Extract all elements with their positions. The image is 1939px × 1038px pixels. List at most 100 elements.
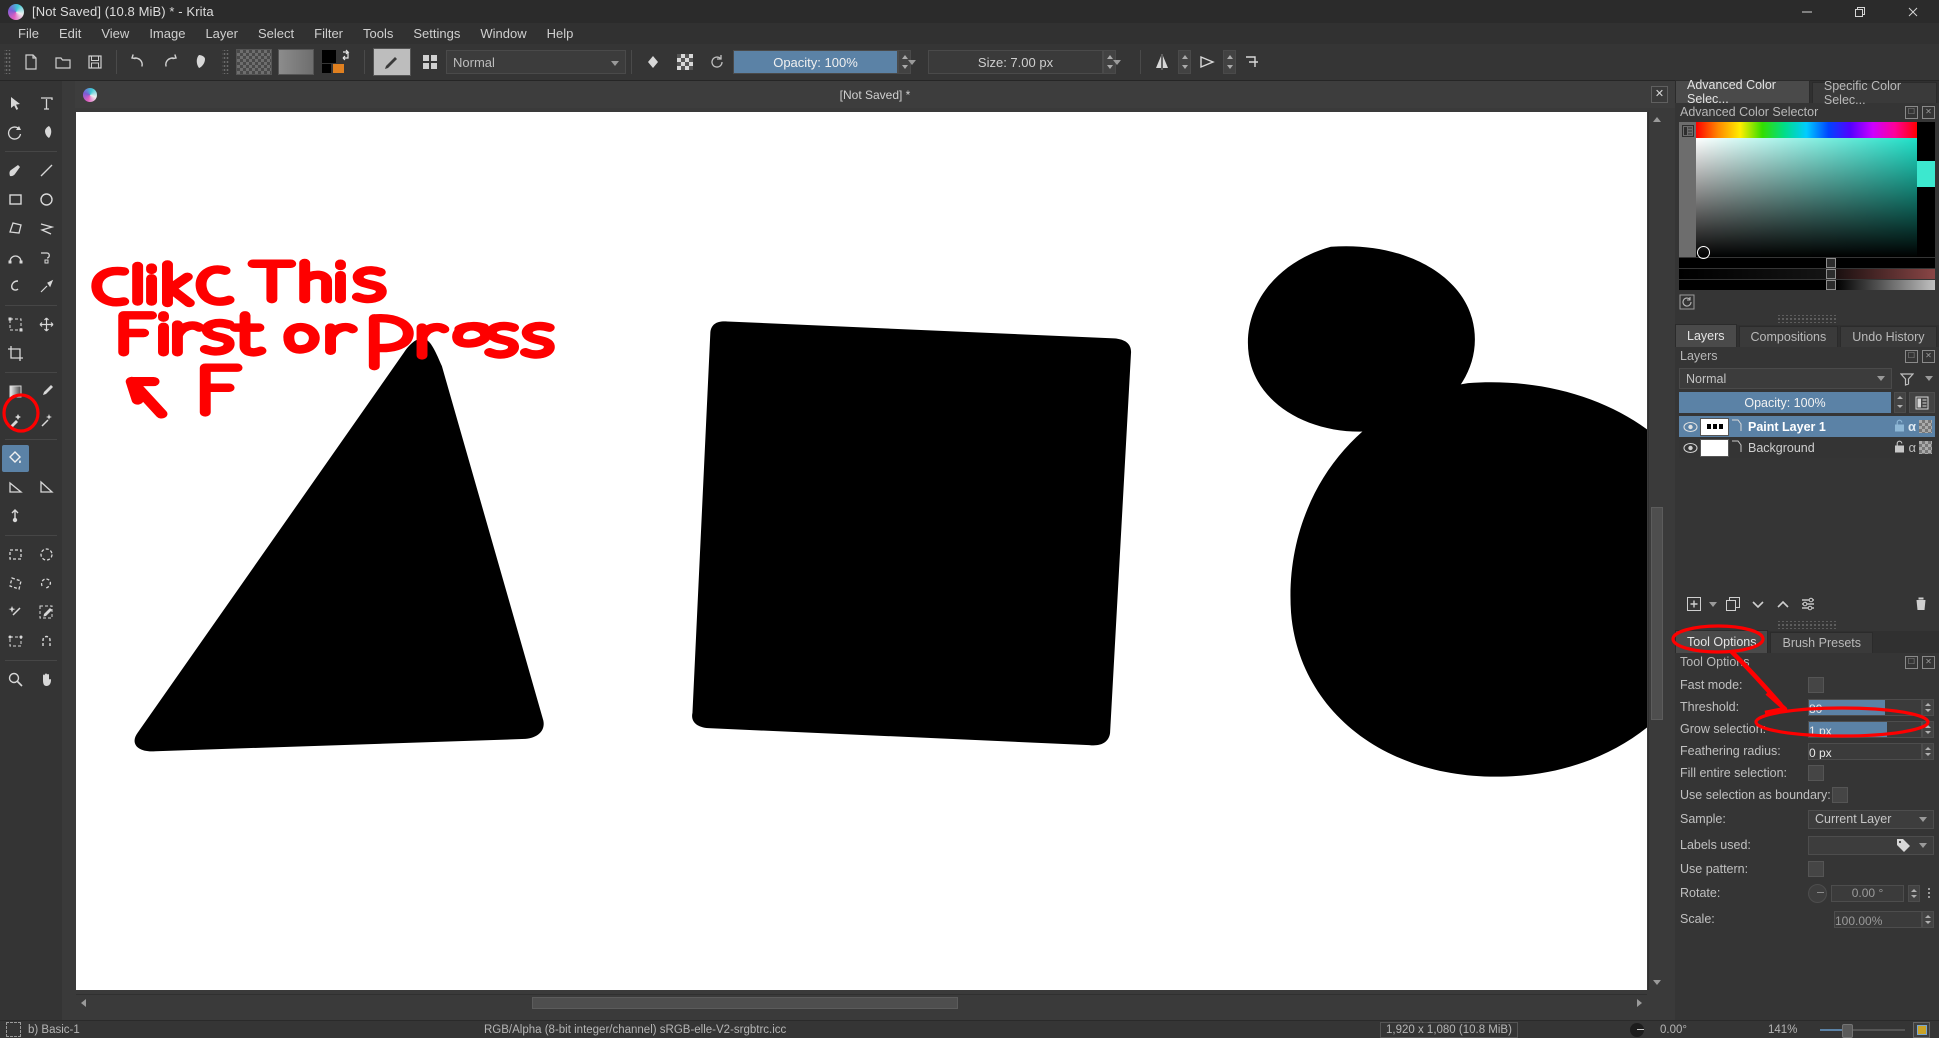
checkbox-fast-mode[interactable] [1808, 677, 1824, 693]
combo-labels-used[interactable] [1808, 835, 1934, 855]
layer-name[interactable]: Paint Layer 1 [1743, 420, 1894, 434]
tab-specific-color-selector[interactable]: Specific Color Selec... [1811, 79, 1937, 107]
layer-opacity-slider[interactable]: Opacity: 100% [1679, 392, 1891, 413]
canvas-horizontal-scrollbar[interactable] [76, 994, 1647, 1011]
scroll-down-icon[interactable] [1649, 975, 1665, 990]
magnetic-selection-tool[interactable] [33, 628, 60, 655]
menu-image[interactable]: Image [139, 24, 195, 43]
measure-tool[interactable] [2, 474, 29, 501]
stepper-grow-selection[interactable] [1922, 720, 1934, 738]
shade-row-3[interactable] [1679, 280, 1935, 290]
elliptical-selection-tool[interactable] [33, 541, 60, 568]
menu-tools[interactable]: Tools [353, 24, 403, 43]
checkbox-use-selection-as-boundary[interactable] [1832, 787, 1848, 803]
ellipse-tool[interactable] [33, 186, 60, 213]
smart-patch-tool[interactable] [33, 407, 60, 434]
layer-row-paint-layer-1[interactable]: Paint Layer 1 α [1679, 416, 1935, 437]
text-tool[interactable] [33, 90, 60, 117]
gradient-tool[interactable] [2, 378, 29, 405]
similar-color-selection-tool[interactable] [33, 599, 60, 626]
move-layer-up-button[interactable] [1770, 593, 1795, 615]
pattern-swatch[interactable] [234, 48, 274, 76]
stepper-rotate[interactable] [1908, 884, 1920, 902]
advanced-color-selector[interactable] [1679, 122, 1935, 259]
rotate-dial[interactable] [1808, 883, 1827, 903]
colorize-mask-tool[interactable] [2, 407, 29, 434]
close-docker-icon[interactable]: ✕ [1922, 105, 1935, 119]
visibility-icon-background[interactable] [1681, 442, 1700, 454]
redo-icon[interactable] [155, 48, 185, 76]
layer-opacity-stepper[interactable] [1894, 392, 1906, 413]
gradient-swatch[interactable] [276, 48, 316, 76]
delete-layer-button[interactable] [1908, 593, 1933, 615]
menu-file[interactable]: File [8, 24, 49, 43]
alpha-inheritance-icon-background[interactable] [1919, 441, 1932, 454]
toolbar-grip-2[interactable] [222, 50, 229, 74]
alpha-lock-label[interactable]: α [1908, 419, 1916, 434]
mirror-horizontal-icon[interactable] [1147, 48, 1177, 76]
color-sampler-tool[interactable] [33, 378, 60, 405]
canvas-rotation-dial[interactable] [1630, 1022, 1644, 1037]
tab-undo-history[interactable]: Undo History [1840, 326, 1937, 347]
mirror-h-options[interactable] [1178, 50, 1191, 74]
canvas-close-button[interactable]: ✕ [1651, 86, 1668, 103]
filter-icon[interactable] [1895, 368, 1919, 389]
menu-layer[interactable]: Layer [195, 24, 248, 43]
slider-feathering-radius[interactable]: 0 px [1808, 742, 1922, 760]
reload-preset-icon[interactable] [702, 48, 732, 76]
select-shapes-tool[interactable] [2, 90, 29, 117]
opacity-slider[interactable]: Opacity: 100% [733, 50, 898, 74]
crop-tool[interactable] [2, 340, 29, 367]
visibility-icon[interactable] [1681, 421, 1700, 433]
polygonal-selection-tool[interactable] [2, 570, 29, 597]
vertical-scroll-thumb[interactable] [1651, 507, 1663, 720]
layer-name-background[interactable]: Background [1743, 441, 1894, 455]
hue-strip[interactable] [1696, 122, 1917, 138]
zoom-level-value[interactable]: 141% [1768, 1024, 1797, 1036]
close-docker-icon-tool-options[interactable]: ✕ [1922, 655, 1935, 669]
float-icon[interactable]: ☐ [1905, 105, 1918, 119]
alpha-lock-icon[interactable] [638, 48, 668, 76]
minimize-button[interactable] [1780, 0, 1833, 23]
slider-scale[interactable]: 100.00% [1834, 910, 1922, 928]
fg-bg-color-selector[interactable] [318, 48, 358, 76]
docker-splitter-1[interactable] [1777, 315, 1837, 323]
layer-row-background[interactable]: Background α [1679, 437, 1935, 458]
rotate-menu-icon[interactable] [1924, 888, 1934, 898]
new-file-icon[interactable] [16, 48, 46, 76]
tab-layers[interactable]: Layers [1675, 324, 1737, 347]
menu-window[interactable]: Window [470, 24, 536, 43]
save-icon[interactable] [80, 48, 110, 76]
pan-tool[interactable] [33, 666, 60, 693]
menu-edit[interactable]: Edit [49, 24, 91, 43]
move-tool[interactable] [33, 311, 60, 338]
canvas-document[interactable] [76, 112, 1647, 990]
polygon-tool[interactable] [2, 215, 29, 242]
freehand-path-tool[interactable] [33, 244, 60, 271]
edit-shapes-tool[interactable] [2, 119, 29, 146]
stepper-feathering-radius[interactable] [1922, 742, 1934, 760]
undo-icon[interactable] [123, 48, 153, 76]
zoom-slider[interactable] [1820, 1023, 1905, 1038]
scroll-left-icon[interactable] [76, 995, 91, 1011]
color-selector-body[interactable] [1696, 122, 1917, 259]
alpha-inheritance-icon[interactable] [1919, 420, 1932, 433]
layer-properties-icon[interactable] [1909, 392, 1935, 413]
contiguous-selection-tool[interactable] [2, 599, 29, 626]
tab-tool-options[interactable]: Tool Options [1675, 630, 1769, 653]
polyline-tool[interactable] [33, 215, 60, 242]
dynamic-brush-tool[interactable] [2, 273, 29, 300]
filter-dropdown-icon[interactable] [1922, 368, 1935, 389]
freehand-brush-tool[interactable] [2, 157, 29, 184]
reset-color-icon[interactable] [1679, 294, 1695, 310]
mirror-vertical-icon[interactable] [1192, 48, 1222, 76]
tab-advanced-color-selector[interactable]: Advanced Color Selec... [1675, 78, 1810, 106]
menu-filter[interactable]: Filter [304, 24, 353, 43]
brush-preset-icon[interactable] [371, 48, 413, 76]
fill-tool[interactable] [2, 445, 29, 472]
document-dimensions[interactable]: 1,920 x 1,080 (10.8 MiB) [1380, 1021, 1518, 1038]
unlock-icon[interactable] [1894, 419, 1905, 435]
close-button[interactable] [1886, 0, 1939, 23]
checkbox-fill-entire-selection[interactable] [1808, 765, 1824, 781]
mirror-v-options[interactable] [1223, 50, 1236, 74]
